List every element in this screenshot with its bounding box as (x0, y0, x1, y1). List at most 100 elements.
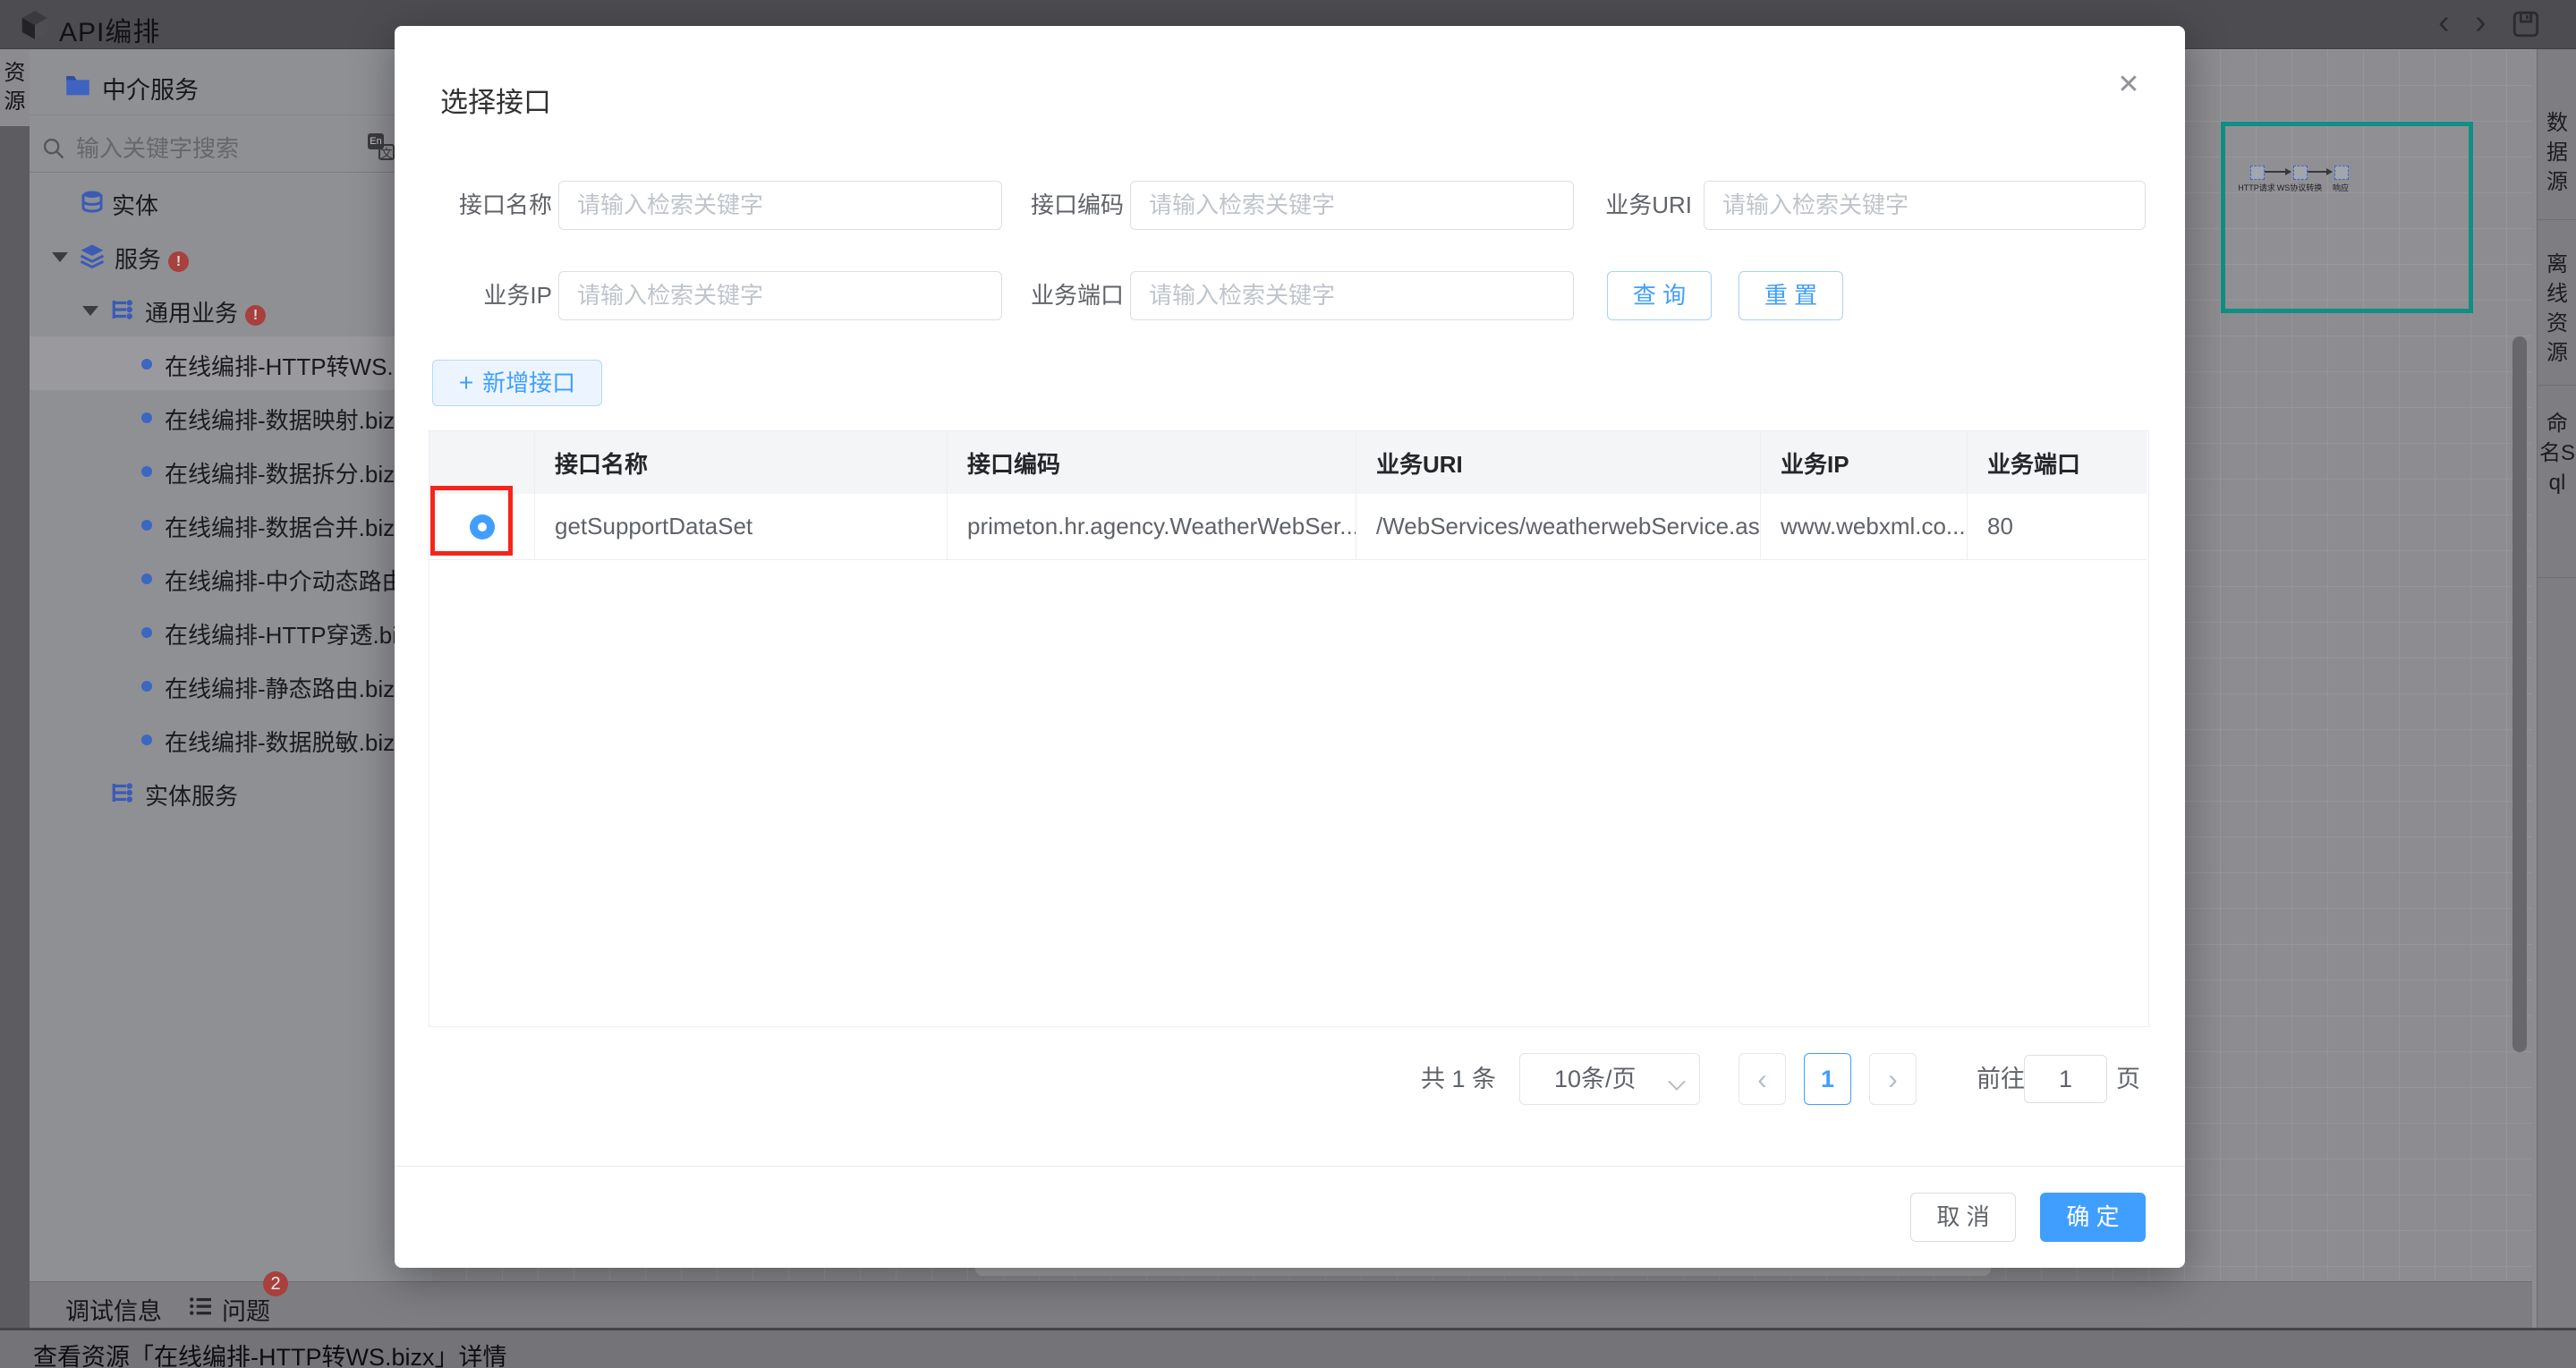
header-ip: 业务IP (1761, 431, 1968, 494)
redo-icon[interactable]: › (2475, 5, 2487, 39)
app-title: API编排 (59, 18, 161, 47)
tree-item-label: 在线编排-数据合并.bizx (165, 514, 407, 541)
sidebar-search: 文 En (30, 124, 430, 173)
tree-item-label: 在线编排-中介动态路由.bizx (165, 568, 430, 595)
error-badge: ! (168, 251, 190, 272)
divider (395, 1166, 2185, 1167)
tree-item-entity-service[interactable]: 实体服务 (30, 766, 430, 820)
page-1-button[interactable]: 1 (1804, 1053, 1851, 1105)
cancel-button[interactable]: 取 消 (1910, 1193, 2016, 1242)
cell-uri: /WebServices/weatherwebService.as... (1356, 494, 1761, 559)
leaf-bullet-icon (141, 520, 152, 531)
flow-icon (112, 783, 132, 803)
status-bar: 查看资源「在线编排-HTTP转WS.bizx」详情 (0, 1328, 2576, 1368)
database-icon (81, 191, 103, 213)
prev-page-button[interactable]: ‹ (1739, 1053, 1786, 1105)
cell-ip: www.webxml.co... (1761, 494, 1968, 559)
tree-item-bizx[interactable]: 在线编排-数据映射.bizx! (30, 390, 430, 444)
select-interface-dialog: 选择接口 ✕ 接口名称 接口编码 业务URI 业务IP 业务端口 查 询 重 置… (395, 26, 2185, 1268)
status-text: 查看资源「在线编排-HTTP转WS.bizx」详情 (33, 1344, 507, 1368)
tree-item-label: 在线编排-HTTP转WS.bizx (165, 353, 430, 380)
list-icon (190, 1297, 211, 1315)
expand-arrow-icon[interactable] (52, 252, 68, 262)
leaf-bullet-icon (141, 574, 152, 584)
tree-item-common-biz[interactable]: 通用业务! (30, 283, 430, 336)
tab-named-sql[interactable]: 命名Sql (2538, 409, 2576, 497)
tree-item-label: 通用业务! (145, 295, 267, 328)
tree-item-entity[interactable]: 实体 (30, 175, 430, 229)
tab-datasource[interactable]: 数据源 (2538, 108, 2576, 197)
goto-page-input[interactable] (2024, 1055, 2107, 1103)
leaf-bullet-icon (141, 466, 152, 477)
goto-label: 前往 (1977, 1066, 2025, 1092)
tab-debug-info[interactable]: 调试信息 (65, 1292, 162, 1327)
cell-name: getSupportDataSet (535, 494, 948, 559)
header-code: 接口编码 (948, 431, 1356, 494)
cell-code: primeton.hr.agency.WeatherWebSer... (948, 494, 1356, 559)
bottom-panel-tabs: 调试信息 问题 (30, 1281, 2532, 1328)
tree-item-bizx[interactable]: 在线编排-中介动态路由.bizx (30, 551, 430, 605)
table-row[interactable]: getSupportDataSet primeton.hr.agency.Wea… (429, 494, 2147, 560)
tree-item-label: 在线编排-数据脱敏.bizx (165, 729, 407, 756)
filter-label-port: 业务端口 (1030, 282, 1124, 309)
filter-label-uri: 业务URI (1605, 191, 1692, 218)
sidebar-root-row[interactable]: 中介服务 (30, 55, 430, 115)
vertical-scrollbar[interactable] (2512, 336, 2527, 1052)
selection-frame[interactable]: HTTP请求 WS协议转换 响应 (2221, 122, 2473, 313)
header-radio-col (429, 431, 535, 494)
divider (2538, 577, 2576, 578)
cell-port: 80 (1987, 513, 2013, 540)
filter-input-name[interactable] (558, 181, 1002, 230)
problems-count-badge: 2 (263, 1271, 288, 1296)
flow-node-end[interactable] (2334, 166, 2349, 180)
interface-table: 接口名称 接口编码 业务URI 业务IP 业务端口 getSupportData… (429, 430, 2149, 1027)
reset-button[interactable]: 重 置 (1739, 271, 1843, 320)
dialog-title: 选择接口 (440, 87, 551, 118)
undo-icon[interactable]: ‹ (2438, 5, 2450, 39)
filter-input-port[interactable] (1130, 271, 1574, 320)
goto-suffix: 页 (2116, 1066, 2140, 1092)
filter-input-code[interactable] (1130, 181, 1574, 230)
tree-item-label: 在线编排-HTTP穿透.bizx (165, 622, 421, 649)
flow-node-start[interactable] (2250, 166, 2265, 180)
tree-item-services[interactable]: 服务! (30, 229, 430, 283)
add-interface-button[interactable]: + 新增接口 (432, 360, 602, 406)
tree-item-bizx[interactable]: 在线编排-静态路由.bizx (30, 659, 430, 712)
resource-sidebar: 中介服务 文 En 实体 (30, 49, 430, 1281)
search-icon (43, 138, 64, 159)
tree-item-bizx[interactable]: 在线编排-数据脱敏.bizx (30, 712, 430, 766)
query-button[interactable]: 查 询 (1607, 271, 1712, 320)
tree-item-label: 在线编排-数据拆分.bizx (165, 461, 407, 488)
close-icon[interactable]: ✕ (2109, 65, 2148, 105)
tree-item-bizx-selected[interactable]: 在线编排-HTTP转WS.bizx (30, 336, 430, 390)
leaf-bullet-icon (141, 735, 152, 745)
tree-item-bizx[interactable]: 在线编排-数据拆分.bizx (30, 444, 430, 497)
app-root: API编排 ‹ › 资源 中介服务 文 En (0, 0, 2576, 1368)
filter-input-uri[interactable] (1704, 181, 2146, 230)
tab-problems[interactable]: 问题 (222, 1292, 270, 1327)
flow-connector (2308, 168, 2333, 175)
translate-icon[interactable]: 文 En (368, 133, 398, 164)
tree-item-label: 在线编排-静态路由.bizx (165, 676, 407, 702)
folder-icon (66, 76, 89, 96)
expand-arrow-icon[interactable] (82, 306, 98, 316)
tree-item-bizx[interactable]: 在线编排-HTTP穿透.bizx (30, 605, 430, 659)
sidebar-search-input[interactable] (74, 130, 364, 167)
confirm-button[interactable]: 确 定 (2040, 1193, 2146, 1242)
page-size-select[interactable]: 10条/页 (1519, 1053, 1700, 1105)
header-uri: 业务URI (1356, 431, 1761, 494)
leaf-bullet-icon (141, 627, 152, 638)
flow-node-label: 响应 (2332, 183, 2349, 192)
layers-icon (80, 244, 105, 269)
next-page-button[interactable]: › (1869, 1053, 1917, 1105)
tree-item-label: 服务! (115, 242, 190, 275)
pagination-total: 共 1 条 (1421, 1066, 1497, 1092)
flow-node-middle[interactable] (2293, 166, 2308, 180)
activity-tab-resources[interactable]: 资源 (0, 49, 30, 126)
filter-input-ip[interactable] (558, 271, 1002, 320)
divider (2538, 385, 2576, 386)
tree-item-bizx[interactable]: 在线编排-数据合并.bizx (30, 497, 430, 551)
save-icon[interactable] (2511, 9, 2541, 39)
tab-offline-resource[interactable]: 离线资源 (2538, 250, 2576, 368)
tree-item-label: 实体服务 (145, 783, 239, 810)
